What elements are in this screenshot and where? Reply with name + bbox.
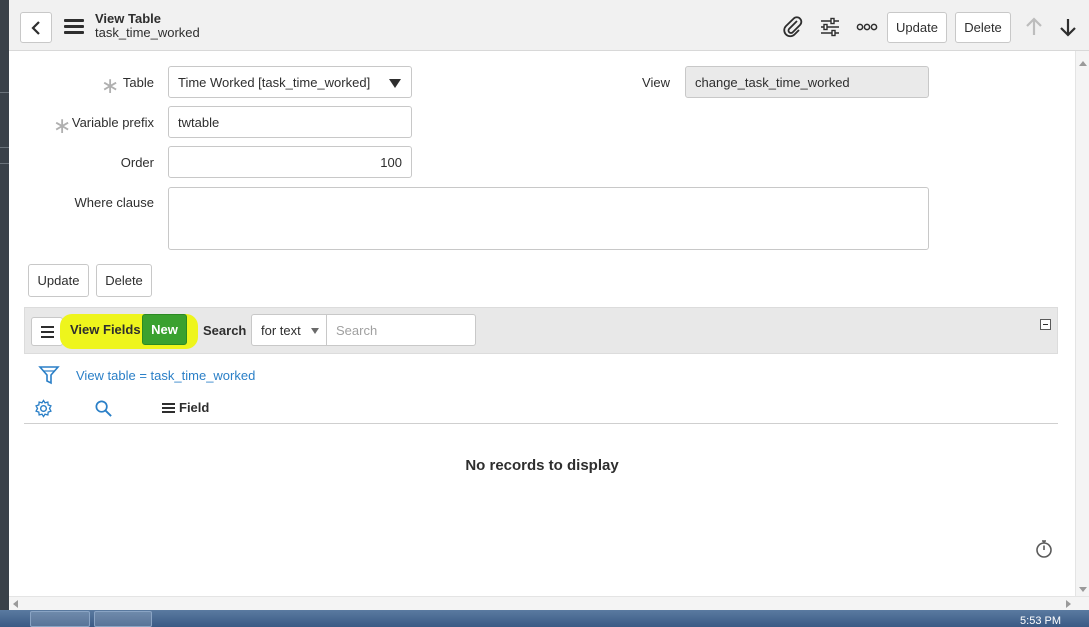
table-select[interactable]: Time Worked [task_time_worked] bbox=[168, 66, 412, 98]
more-options-icon[interactable] bbox=[856, 16, 878, 38]
dropdown-arrow-icon bbox=[311, 328, 319, 334]
collapse-icon[interactable] bbox=[1040, 319, 1051, 330]
list-menu-button[interactable] bbox=[31, 317, 63, 346]
taskbar-app-explorer[interactable] bbox=[30, 611, 90, 627]
header-update-button[interactable]: Update bbox=[887, 12, 947, 43]
form-title-sub: task_time_worked bbox=[95, 25, 200, 40]
paperclip-icon[interactable] bbox=[782, 16, 804, 38]
list-column-header: Field bbox=[24, 393, 1058, 424]
filter-icon[interactable] bbox=[38, 364, 60, 386]
search-label: Search bbox=[203, 323, 247, 338]
related-list-title[interactable]: View Fields bbox=[70, 322, 141, 337]
horizontal-scrollbar[interactable] bbox=[9, 596, 1089, 610]
variable-prefix-label: Variable prefix bbox=[71, 115, 154, 130]
order-input[interactable] bbox=[168, 146, 412, 178]
where-clause-label: Where clause bbox=[74, 195, 154, 210]
new-button[interactable]: New bbox=[142, 314, 187, 345]
view-label: View bbox=[642, 75, 670, 90]
search-input[interactable] bbox=[326, 314, 476, 346]
delete-button[interactable]: Delete bbox=[96, 264, 152, 297]
empty-list-message: No records to display bbox=[465, 457, 619, 474]
table-label: Table bbox=[122, 75, 154, 90]
search-icon[interactable] bbox=[94, 399, 113, 418]
search-scope-value: for text bbox=[261, 322, 301, 338]
search-scope-select[interactable]: for text bbox=[251, 314, 327, 346]
os-taskbar: 5:53 PM bbox=[0, 610, 1089, 627]
frame-divider bbox=[0, 92, 9, 93]
left-frame bbox=[0, 0, 9, 612]
update-button[interactable]: Update bbox=[28, 264, 89, 297]
form-menu-icon[interactable] bbox=[64, 19, 84, 35]
form-title: View Table task_time_worked bbox=[95, 12, 200, 40]
header-delete-button[interactable]: Delete bbox=[955, 12, 1011, 43]
taskbar-app-browser[interactable] bbox=[94, 611, 152, 627]
form-title-main: View Table bbox=[95, 11, 161, 26]
arrow-down-icon[interactable] bbox=[1057, 16, 1079, 38]
view-field-value: change_task_time_worked bbox=[695, 74, 850, 90]
frame-divider bbox=[0, 163, 9, 164]
vertical-scrollbar[interactable] bbox=[1075, 51, 1089, 596]
dropdown-arrow-icon bbox=[389, 79, 401, 88]
stopwatch-icon[interactable] bbox=[1035, 539, 1053, 559]
chevron-left-icon bbox=[31, 20, 40, 35]
table-select-value: Time Worked [task_time_worked] bbox=[178, 74, 371, 90]
variable-prefix-input[interactable] bbox=[168, 106, 412, 138]
order-label: Order bbox=[120, 155, 154, 170]
where-clause-textarea[interactable] bbox=[168, 187, 929, 250]
arrow-up-icon[interactable] bbox=[1023, 16, 1045, 38]
filter-breadcrumb[interactable]: View table = task_time_worked bbox=[76, 368, 255, 383]
column-menu-icon[interactable] bbox=[162, 403, 175, 415]
settings-sliders-icon[interactable] bbox=[819, 16, 841, 38]
gear-icon[interactable] bbox=[34, 399, 53, 418]
frame-divider bbox=[0, 147, 9, 148]
back-button[interactable] bbox=[20, 12, 52, 43]
system-clock: 5:53 PM bbox=[1020, 615, 1061, 627]
form-header: View Table task_time_worked Update Delet… bbox=[9, 0, 1089, 51]
view-field: change_task_time_worked bbox=[685, 66, 929, 98]
column-field-header[interactable]: Field bbox=[179, 400, 209, 415]
related-list-bar: View Fields New Search for text bbox=[24, 307, 1058, 354]
